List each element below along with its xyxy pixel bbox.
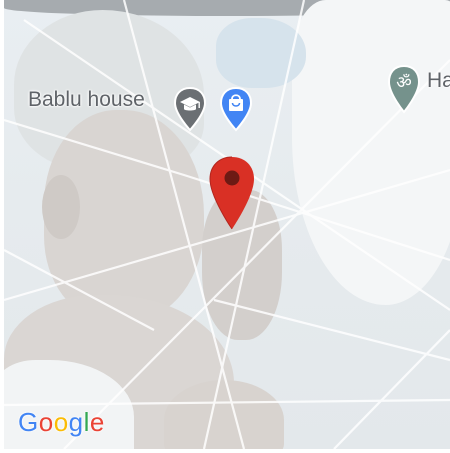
place-label-ha[interactable]: Ha (427, 69, 450, 93)
place-label-bablu-house[interactable]: Bablu house (28, 88, 145, 112)
logo-letter: G (18, 407, 39, 437)
road (4, 398, 450, 407)
road (213, 298, 450, 362)
svg-text:ॐ: ॐ (396, 73, 412, 93)
logo-letter: o (38, 407, 54, 437)
google-logo: Google (18, 407, 105, 438)
red-location-pin-icon[interactable] (208, 155, 256, 231)
school-icon[interactable] (173, 86, 207, 132)
road (333, 329, 450, 449)
logo-letter: g (68, 407, 84, 437)
om-temple-icon[interactable]: ॐ (387, 64, 421, 114)
shopping-bag-icon[interactable] (219, 86, 253, 132)
logo-letter: o (53, 407, 69, 437)
map-view[interactable]: Bablu house ॐ Ha Google (4, 0, 450, 449)
logo-letter: e (89, 407, 105, 437)
map-frame: Bablu house ॐ Ha Google (0, 0, 450, 453)
